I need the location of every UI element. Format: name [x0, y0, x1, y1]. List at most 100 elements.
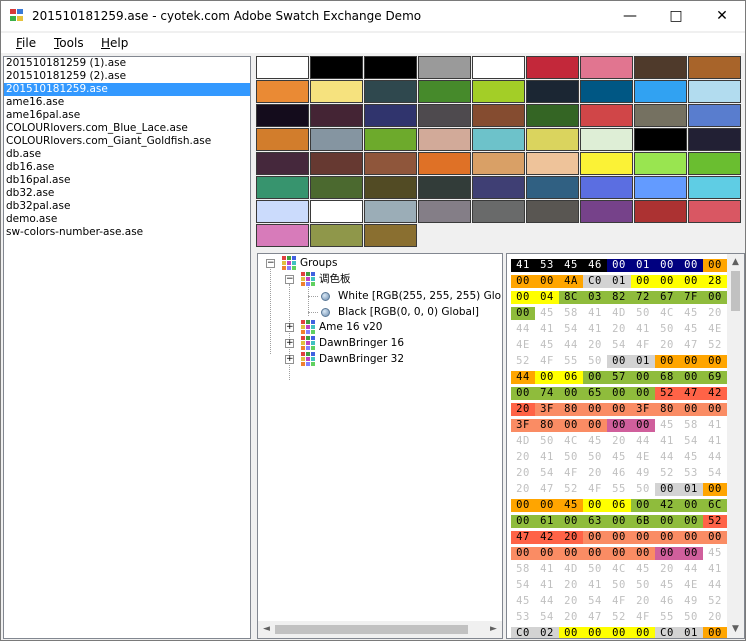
- color-swatch[interactable]: [418, 104, 471, 127]
- file-list-item[interactable]: COLOURlovers.com_Giant_Goldfish.ase: [4, 135, 250, 148]
- hex-byte[interactable]: 67: [655, 291, 679, 304]
- hex-byte[interactable]: 46: [655, 595, 679, 608]
- color-swatch[interactable]: [256, 56, 309, 79]
- hex-byte[interactable]: 00: [631, 371, 655, 384]
- color-swatch[interactable]: [580, 56, 633, 79]
- hex-byte[interactable]: 50: [535, 435, 559, 448]
- hex-byte[interactable]: 4F: [583, 483, 607, 496]
- hex-byte[interactable]: 01: [679, 627, 703, 638]
- hex-byte[interactable]: 50: [583, 451, 607, 464]
- color-swatch[interactable]: [310, 80, 363, 103]
- file-list-item[interactable]: demo.ase: [4, 213, 250, 226]
- hex-byte[interactable]: 00: [583, 531, 607, 544]
- hex-byte[interactable]: 4E: [679, 579, 703, 592]
- hex-byte[interactable]: 45: [559, 259, 583, 272]
- color-swatch[interactable]: [580, 128, 633, 151]
- color-swatch[interactable]: [634, 56, 687, 79]
- hex-byte[interactable]: 00: [655, 275, 679, 288]
- file-list-item[interactable]: db.ase: [4, 148, 250, 161]
- scroll-down-arrow-icon[interactable]: ▼: [727, 621, 744, 638]
- hex-byte[interactable]: 44: [559, 339, 583, 352]
- hex-byte[interactable]: 00: [607, 419, 631, 432]
- color-swatch[interactable]: [418, 128, 471, 151]
- hex-byte[interactable]: 01: [679, 483, 703, 496]
- color-swatch[interactable]: [472, 128, 525, 151]
- hex-byte[interactable]: 52: [607, 611, 631, 624]
- hex-byte[interactable]: 06: [607, 499, 631, 512]
- hex-byte[interactable]: 45: [535, 307, 559, 320]
- hex-byte[interactable]: 55: [607, 483, 631, 496]
- hex-byte[interactable]: 00: [655, 259, 679, 272]
- hex-byte[interactable]: 03: [583, 291, 607, 304]
- color-swatch[interactable]: [472, 104, 525, 127]
- hex-byte[interactable]: 20: [559, 611, 583, 624]
- hex-byte[interactable]: 04: [535, 291, 559, 304]
- hex-byte[interactable]: 4F: [559, 467, 583, 480]
- hex-byte[interactable]: 41: [583, 579, 607, 592]
- color-swatch[interactable]: [688, 56, 741, 79]
- file-list-item[interactable]: db16pal.ase: [4, 174, 250, 187]
- hex-byte[interactable]: 3F: [631, 403, 655, 416]
- hex-byte[interactable]: 20: [583, 339, 607, 352]
- tree-node-dawnbringer16[interactable]: DawnBringer 16: [319, 335, 404, 351]
- hex-byte[interactable]: 00: [607, 403, 631, 416]
- menu-file[interactable]: File: [16, 36, 36, 50]
- hex-byte[interactable]: 00: [655, 355, 679, 368]
- hex-byte[interactable]: 45: [631, 563, 655, 576]
- color-swatch[interactable]: [634, 176, 687, 199]
- hex-byte[interactable]: 00: [703, 627, 727, 638]
- hex-byte[interactable]: C0: [583, 275, 607, 288]
- hex-byte[interactable]: 47: [679, 387, 703, 400]
- scroll-up-arrow-icon[interactable]: ▲: [727, 254, 744, 271]
- hex-byte[interactable]: 00: [703, 291, 727, 304]
- color-swatch[interactable]: [580, 104, 633, 127]
- color-swatch[interactable]: [310, 152, 363, 175]
- hex-byte[interactable]: 42: [655, 499, 679, 512]
- hex-byte[interactable]: 4C: [607, 563, 631, 576]
- hex-byte[interactable]: 00: [583, 547, 607, 560]
- hex-byte[interactable]: 54: [703, 467, 727, 480]
- hex-byte[interactable]: 68: [655, 371, 679, 384]
- tree-collapse-toggle[interactable]: −: [266, 259, 275, 268]
- color-swatch[interactable]: [526, 80, 579, 103]
- color-swatch[interactable]: [580, 176, 633, 199]
- hex-byte[interactable]: 54: [535, 611, 559, 624]
- hex-byte[interactable]: 54: [559, 323, 583, 336]
- tree-node-white[interactable]: White [RGB(255, 255, 255) Global]: [338, 288, 502, 304]
- color-swatch[interactable]: [364, 56, 417, 79]
- hex-byte[interactable]: 55: [655, 611, 679, 624]
- hex-byte[interactable]: 20: [511, 451, 535, 464]
- hex-byte[interactable]: 00: [679, 371, 703, 384]
- hex-byte[interactable]: 80: [655, 403, 679, 416]
- hex-byte[interactable]: 00: [631, 547, 655, 560]
- hex-vertical-scrollbar[interactable]: ▲ ▼: [727, 254, 744, 638]
- tree-collapse-toggle[interactable]: −: [285, 275, 294, 284]
- hex-byte[interactable]: 00: [631, 531, 655, 544]
- hex-byte[interactable]: 4E: [631, 451, 655, 464]
- color-swatch[interactable]: [634, 200, 687, 223]
- file-list[interactable]: 201510181259 (1).ase 201510181259 (2).ase…: [3, 56, 251, 639]
- hex-byte[interactable]: 80: [535, 419, 559, 432]
- hex-byte[interactable]: 00: [511, 275, 535, 288]
- hex-byte[interactable]: 53: [679, 467, 703, 480]
- color-swatch[interactable]: [364, 104, 417, 127]
- hex-byte[interactable]: 20: [631, 595, 655, 608]
- hex-byte[interactable]: 45: [607, 451, 631, 464]
- hex-byte[interactable]: 44: [703, 451, 727, 464]
- color-swatch[interactable]: [256, 128, 309, 151]
- hex-byte[interactable]: 4F: [631, 339, 655, 352]
- hex-byte[interactable]: 44: [679, 563, 703, 576]
- hex-byte[interactable]: 3F: [511, 419, 535, 432]
- hex-byte[interactable]: 45: [679, 307, 703, 320]
- hex-byte[interactable]: 55: [559, 355, 583, 368]
- hex-byte[interactable]: 20: [607, 323, 631, 336]
- tree-expand-toggle[interactable]: +: [285, 355, 294, 364]
- hex-byte[interactable]: 00: [631, 627, 655, 638]
- color-swatch[interactable]: [472, 200, 525, 223]
- hex-byte[interactable]: 00: [631, 387, 655, 400]
- menu-tools[interactable]: Tools: [54, 36, 84, 50]
- hex-byte[interactable]: 00: [607, 259, 631, 272]
- hex-byte[interactable]: 61: [535, 515, 559, 528]
- hex-byte[interactable]: 20: [655, 339, 679, 352]
- hex-byte[interactable]: 45: [679, 323, 703, 336]
